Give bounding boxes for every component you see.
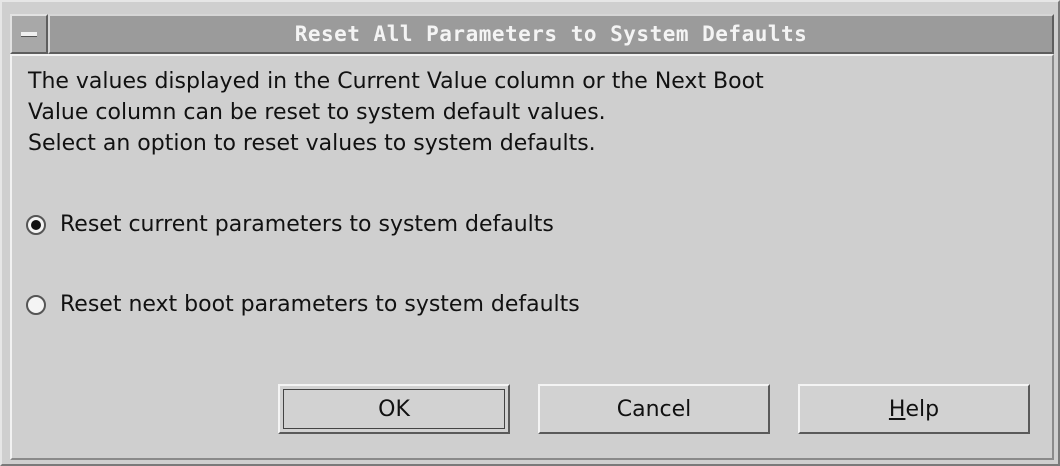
help-mnemonic: H — [888, 396, 906, 422]
window-menu-button[interactable] — [10, 14, 48, 54]
ok-button[interactable]: OK — [278, 384, 510, 434]
dialog-content: The values displayed in the Current Valu… — [10, 54, 1054, 460]
option-label: Reset next boot parameters to system def… — [60, 292, 580, 317]
radio-unselected-icon[interactable] — [26, 294, 46, 315]
description-line: Value column can be reset to system defa… — [28, 100, 606, 125]
help-button[interactable]: Help — [798, 384, 1030, 434]
description-line: Select an option to reset values to syst… — [28, 131, 596, 156]
title-bar: Reset All Parameters to System Defaults — [10, 14, 1054, 54]
option-reset-next-boot[interactable]: Reset next boot parameters to system def… — [26, 292, 580, 317]
window-title[interactable]: Reset All Parameters to System Defaults — [48, 14, 1054, 54]
window-menu-icon — [21, 31, 37, 37]
cancel-button[interactable]: Cancel — [538, 384, 770, 434]
option-label: Reset current parameters to system defau… — [60, 212, 554, 237]
description-line: The values displayed in the Current Valu… — [28, 69, 764, 94]
help-label-rest: elp — [905, 396, 940, 422]
reset-defaults-dialog: Reset All Parameters to System Defaults … — [0, 0, 1060, 466]
description-text: The values displayed in the Current Valu… — [28, 66, 764, 159]
option-reset-current[interactable]: Reset current parameters to system defau… — [26, 212, 554, 237]
radio-selected-icon[interactable] — [26, 214, 46, 235]
